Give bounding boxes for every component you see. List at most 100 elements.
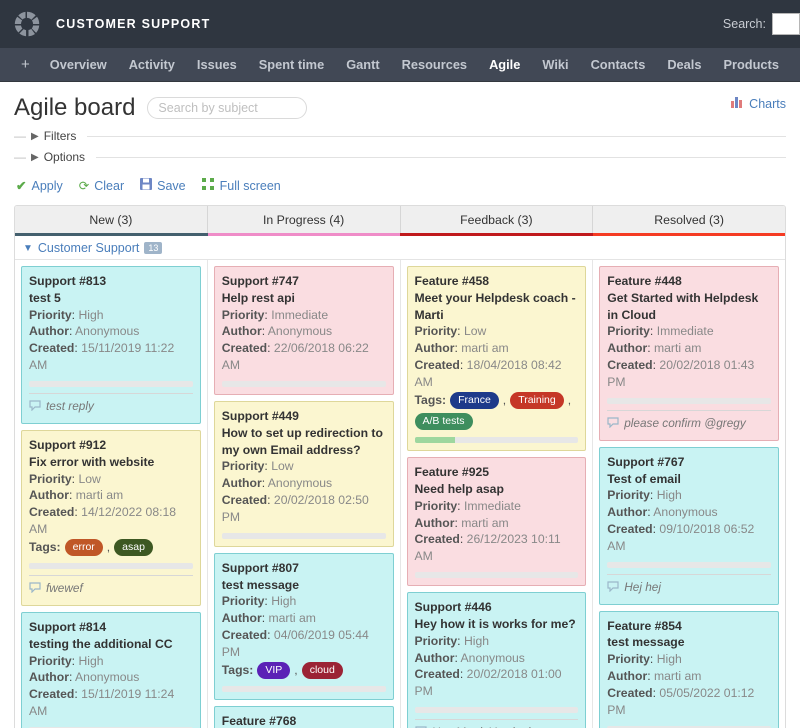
- board-column-headers: New (3) In Progress (4) Feedback (3) Res…: [15, 206, 785, 233]
- options-label[interactable]: Options: [44, 150, 85, 164]
- fullscreen-button[interactable]: Full screen: [202, 178, 281, 193]
- card-id: Support #807: [222, 560, 386, 577]
- card-created: Created: 20/02/2018 01:43 PM: [607, 357, 771, 391]
- card-id: Support #814: [29, 619, 193, 636]
- card[interactable]: Feature #448Get Started with Helpdesk in…: [599, 266, 779, 441]
- card-created: Created: 05/05/2022 01:12 PM: [607, 685, 771, 719]
- tag-badge[interactable]: A/B tests: [415, 413, 473, 430]
- swimlane-header[interactable]: ▼ Customer Support 13: [15, 236, 785, 260]
- card-comment: Hej hej: [607, 574, 771, 597]
- comment-bubble-icon: [29, 582, 41, 598]
- card-priority: Priority: High: [222, 593, 386, 610]
- clear-label: Clear: [94, 179, 124, 193]
- card[interactable]: Support #747Help rest apiPriority: Immed…: [214, 266, 394, 395]
- tag-badge[interactable]: France: [450, 392, 499, 409]
- card[interactable]: Feature #458Meet your Helpdesk coach - M…: [407, 266, 587, 451]
- chevron-down-icon[interactable]: ▼: [23, 243, 33, 254]
- card[interactable]: Support #814testing the additional CCPri…: [21, 612, 201, 728]
- card-progress-bar: [607, 398, 771, 404]
- card-subject: test message: [222, 577, 386, 594]
- card[interactable]: Support #813test 5Priority: HighAuthor: …: [21, 266, 201, 424]
- card-subject: How to set up redirection to my own Emai…: [222, 425, 386, 459]
- nav-item-deals[interactable]: Deals: [656, 48, 712, 82]
- comment-bubble-icon: [607, 417, 619, 433]
- swimlane-name[interactable]: Customer Support: [38, 241, 139, 255]
- card[interactable]: Support #912Fix error with websitePriori…: [21, 430, 201, 606]
- card-id: Feature #925: [415, 464, 579, 481]
- column-in-progress[interactable]: Support #747Help rest apiPriority: Immed…: [208, 260, 401, 728]
- card[interactable]: Feature #768Test issue #2Priority: HighA…: [214, 706, 394, 728]
- card-id: Feature #458: [415, 273, 579, 290]
- card-id: Feature #854: [607, 618, 771, 635]
- search-by-subject-input[interactable]: [147, 97, 307, 119]
- column-header-feedback[interactable]: Feedback (3): [401, 206, 594, 233]
- card[interactable]: Support #449How to set up redirection to…: [214, 401, 394, 547]
- tag-badge[interactable]: VIP: [257, 662, 290, 679]
- nav-item-wiki[interactable]: Wiki: [531, 48, 579, 82]
- card-comment: Hey Marti. You look great. Hi, Merci, it…: [415, 719, 579, 728]
- clear-button[interactable]: ⟳ Clear: [79, 178, 124, 193]
- card-tags: Tags:error,asap: [29, 539, 193, 556]
- card-subject: Meet your Helpdesk coach - Marti: [415, 290, 579, 324]
- card-author: Author: marti am: [29, 487, 193, 504]
- column-header-resolved[interactable]: Resolved (3): [593, 206, 785, 233]
- save-button[interactable]: Save: [140, 178, 186, 193]
- card-subject: Need help asap: [415, 481, 579, 498]
- swimlane-count-badge: 13: [144, 242, 162, 254]
- nav-item-spent-time[interactable]: Spent time: [248, 48, 335, 82]
- card-comment-text: please confirm @gregy: [624, 416, 745, 433]
- nav-item-overview[interactable]: Overview: [39, 48, 118, 82]
- card-tags-label: Tags:: [29, 539, 61, 556]
- apply-button[interactable]: ✔ Apply: [16, 178, 63, 193]
- comment-bubble-icon: [607, 581, 619, 597]
- tag-badge[interactable]: asap: [114, 539, 153, 556]
- card-priority: Priority: Immediate: [607, 323, 771, 340]
- filters-section-toggle[interactable]: — ▶ Filters: [14, 129, 786, 143]
- tag-separator: ,: [294, 662, 297, 679]
- charts-link[interactable]: Charts: [731, 96, 786, 111]
- card-comment-text: test reply: [46, 399, 94, 416]
- add-project-icon[interactable]: +: [12, 48, 39, 82]
- card-tags: Tags:VIP,cloud: [222, 662, 386, 679]
- card-priority: Priority: High: [415, 633, 579, 650]
- column-resolved[interactable]: Feature #448Get Started with Helpdesk in…: [593, 260, 785, 728]
- tag-badge[interactable]: cloud: [302, 662, 343, 679]
- global-search-label: Search:: [723, 17, 766, 31]
- nav-item-resources[interactable]: Resources: [391, 48, 478, 82]
- filters-label[interactable]: Filters: [44, 129, 77, 143]
- options-dash-icon: —: [14, 150, 26, 164]
- column-header-in-progress[interactable]: In Progress (4): [208, 206, 401, 233]
- card[interactable]: Feature #925Need help asapPriority: Imme…: [407, 457, 587, 586]
- card-created: Created: 09/10/2018 06:52 AM: [607, 521, 771, 555]
- card[interactable]: Support #767Test of emailPriority: HighA…: [599, 447, 779, 605]
- column-new[interactable]: Support #813test 5Priority: HighAuthor: …: [15, 260, 208, 728]
- card-priority: Priority: High: [29, 307, 193, 324]
- nav-item-contacts[interactable]: Contacts: [580, 48, 657, 82]
- tag-badge[interactable]: error: [65, 539, 103, 556]
- card[interactable]: Support #807test messagePriority: HighAu…: [214, 553, 394, 700]
- column-feedback[interactable]: Feature #458Meet your Helpdesk coach - M…: [401, 260, 594, 728]
- charts-label: Charts: [749, 97, 786, 111]
- column-header-new[interactable]: New (3): [15, 206, 208, 233]
- nav-item-help-support[interactable]: Help & Support: [790, 48, 800, 82]
- card-id: Support #912: [29, 437, 193, 454]
- card-priority: Priority: Immediate: [222, 307, 386, 324]
- nav-item-agile[interactable]: Agile: [478, 48, 531, 82]
- board-columns: Support #813test 5Priority: HighAuthor: …: [15, 260, 785, 728]
- card[interactable]: Feature #854test messagePriority: HighAu…: [599, 611, 779, 728]
- global-search-input[interactable]: [772, 13, 800, 35]
- card-subject: Test of email: [607, 471, 771, 488]
- nav-item-gantt[interactable]: Gantt: [335, 48, 390, 82]
- tag-badge[interactable]: Training: [510, 392, 564, 409]
- title-row: Agile board: [14, 94, 786, 122]
- card-subject: Fix error with website: [29, 454, 193, 471]
- card-priority: Priority: High: [607, 487, 771, 504]
- card-id: Support #747: [222, 273, 386, 290]
- options-section-toggle[interactable]: — ▶ Options: [14, 150, 786, 164]
- card-comment-text: Hej hej: [624, 580, 661, 597]
- check-icon: ✔: [16, 178, 26, 193]
- nav-item-products[interactable]: Products: [712, 48, 789, 82]
- nav-item-activity[interactable]: Activity: [118, 48, 186, 82]
- nav-item-issues[interactable]: Issues: [186, 48, 248, 82]
- card[interactable]: Support #446Hey how it is works for me?P…: [407, 592, 587, 728]
